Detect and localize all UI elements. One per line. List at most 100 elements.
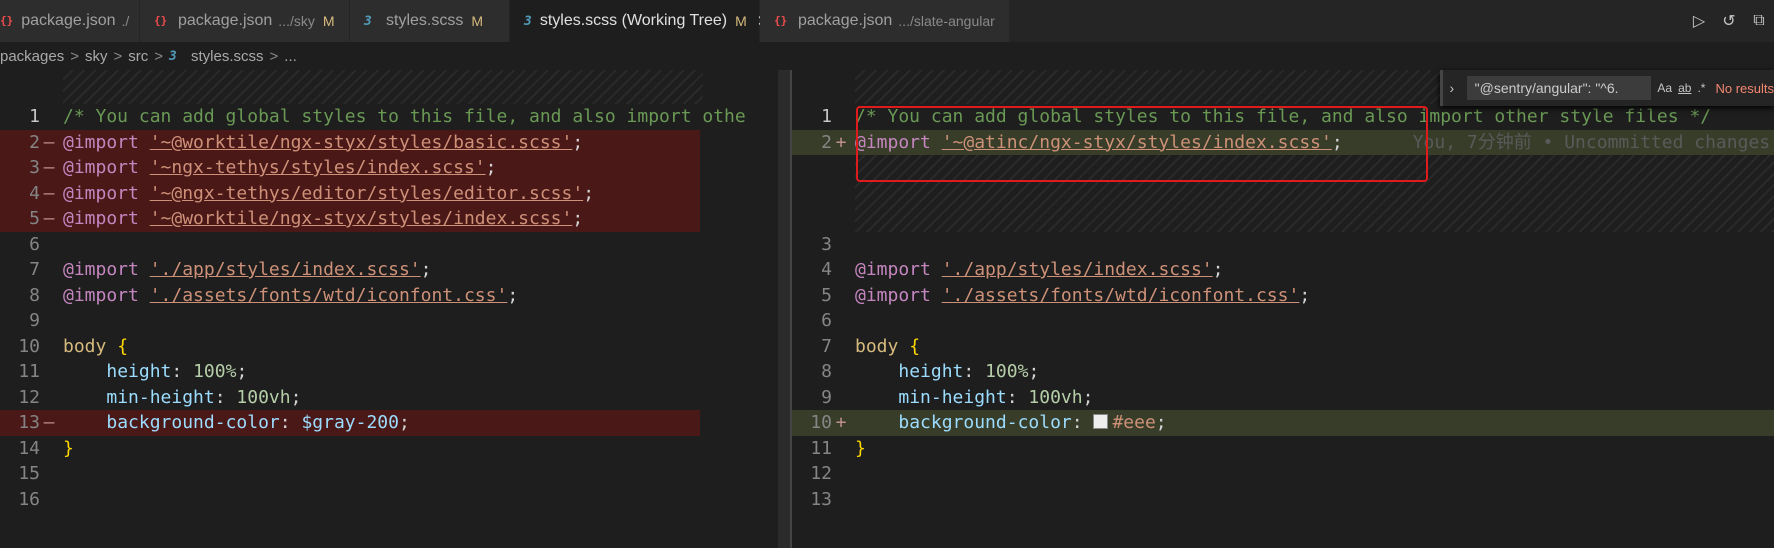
- toggle-replace-icon[interactable]: ›: [1440, 70, 1461, 106]
- breadcrumb-item[interactable]: styles.scss: [191, 48, 264, 65]
- breadcrumb-separator-icon: >: [70, 47, 79, 65]
- line-content: @import './app/styles/index.scss';: [855, 257, 1223, 283]
- line-number: 1: [29, 106, 40, 127]
- right-code-line[interactable]: 7 body {: [792, 334, 1774, 360]
- run-icon[interactable]: ▷: [1690, 11, 1708, 31]
- line-number: 15: [18, 463, 40, 484]
- left-code-line[interactable]: 2— @import '~@worktile/ngx-styx/styles/ba…: [0, 129, 700, 156]
- line-content: height: 100%;: [855, 359, 1039, 385]
- diff-spacer: [63, 70, 703, 104]
- code-token: @import: [63, 182, 150, 204]
- match-case-icon[interactable]: Aa: [1657, 81, 1672, 95]
- right-code-line[interactable]: 9 min-height: 100vh;: [792, 385, 1774, 411]
- code-token: background-color: [898, 412, 1072, 433]
- modified-badge: M: [471, 13, 484, 29]
- left-code-line[interactable]: 12 min-height: 100vh;: [0, 385, 700, 411]
- line-content: background-color: $gray-200;: [63, 410, 409, 436]
- left-code-line[interactable]: 14}: [0, 436, 700, 462]
- right-code-line[interactable]: 12: [792, 461, 1774, 487]
- code-token: @import: [63, 259, 150, 280]
- breadcrumb-separator-icon: >: [113, 47, 123, 65]
- left-code-line[interactable]: 16: [0, 487, 700, 513]
- left-code-line[interactable]: 15: [0, 461, 700, 487]
- history-icon[interactable]: ↺: [1720, 11, 1738, 31]
- tab-5[interactable]: {} package.json .../slate-angular: [760, 0, 1010, 42]
- right-code-line[interactable]: 13: [792, 487, 1774, 513]
- find-input[interactable]: "@sentry/angular": "^6.: [1466, 76, 1652, 100]
- breadcrumb-item[interactable]: sky: [85, 48, 108, 65]
- left-code-line[interactable]: 5— @import '~@worktile/ngx-styx/styles/in…: [0, 206, 700, 232]
- code-token: ;: [290, 386, 302, 408]
- tab-label: styles.scss: [386, 12, 464, 29]
- line-content: @import './assets/fonts/wtd/iconfont.css…: [855, 283, 1310, 309]
- tab-3[interactable]: 3 styles.scss M: [350, 0, 510, 42]
- left-code-line[interactable]: 3— @import '~ngx-tethys/styles/index.scss…: [0, 155, 700, 181]
- left-code-line[interactable]: 10 body {: [0, 334, 700, 360]
- editor-tab-bar: {} package.json ./{} package.json .../sky M 3 s…: [0, 0, 1774, 42]
- code-token: body: [63, 335, 118, 357]
- tab-description: ./: [121, 13, 130, 29]
- code-token: 100%: [985, 361, 1029, 382]
- line-content: @import './app/styles/index.scss';: [63, 257, 431, 283]
- left-code-line[interactable]: 1 /* You can add global styles to this fi…: [0, 104, 746, 130]
- code-token: ;: [507, 284, 519, 306]
- line-number: 11: [810, 437, 832, 459]
- code-token: $gray-200: [301, 412, 399, 433]
- color-swatch[interactable]: [1093, 414, 1109, 429]
- right-code-line[interactable]: 3: [792, 232, 1774, 258]
- breadcrumb-item[interactable]: ...: [284, 48, 297, 65]
- find-widget: › "@sentry/angular": "^6. Aa ab .* No re…: [1440, 70, 1774, 106]
- right-code-line[interactable]: 6: [792, 308, 1774, 334]
- code-token: @import: [63, 284, 150, 306]
- breadcrumb-item[interactable]: packages: [0, 48, 64, 65]
- line-number: 10: [810, 412, 832, 433]
- code-token: './assets/fonts/wtd/iconfont.css': [941, 284, 1300, 306]
- removed-line-icon: —: [43, 208, 55, 229]
- line-number: 6: [821, 310, 832, 331]
- right-code-line[interactable]: 8 height: 100%;: [792, 359, 1774, 385]
- breadcrumb-item[interactable]: src: [128, 48, 148, 65]
- line-content: min-height: 100vh;: [855, 385, 1093, 411]
- code-token: ;: [583, 182, 595, 204]
- match-whole-word-icon[interactable]: ab: [1678, 81, 1691, 95]
- code-token: height: [106, 361, 172, 382]
- left-code-line[interactable]: 8 @import './assets/fonts/wtd/iconfont.cs…: [0, 283, 700, 309]
- code-token: }: [855, 437, 866, 459]
- line-content: @import '~@worktile/ngx-styx/styles/basi…: [63, 130, 583, 156]
- tab-label: package.json: [798, 12, 893, 29]
- right-code-line[interactable]: 10 + background-color: #eee;: [792, 410, 1774, 436]
- css-icon: 3: [524, 13, 532, 29]
- code-token: height: [898, 361, 964, 382]
- diff-editor-original[interactable]: 1 /* You can add global styles to this fi…: [0, 70, 790, 548]
- left-code-line[interactable]: 11 height: 100%;: [0, 359, 700, 385]
- tab-1[interactable]: {} package.json ./: [0, 0, 140, 42]
- line-number: 6: [29, 233, 40, 255]
- code-token: background-color: [106, 412, 280, 433]
- right-code-line[interactable]: 11}: [792, 436, 1774, 462]
- left-code-line[interactable]: 9: [0, 308, 700, 334]
- left-code-line[interactable]: 4— @import '~@ngx-tethys/editor/styles/ed…: [0, 180, 700, 206]
- code-token: :: [1006, 386, 1029, 408]
- left-code-line[interactable]: 7 @import './app/styles/index.scss';: [0, 257, 700, 283]
- tab-label: styles.scss (Working Tree): [539, 12, 728, 29]
- left-code-line[interactable]: 6: [0, 232, 700, 258]
- regex-icon[interactable]: .*: [1697, 81, 1705, 95]
- tab-label: package.json: [178, 12, 273, 29]
- code-token: '~@worktile/ngx-styx/styles/index.scss': [149, 208, 573, 229]
- split-icon[interactable]: ⧉: [1750, 12, 1768, 30]
- code-token: 100%: [193, 361, 237, 382]
- removed-line-icon: —: [43, 131, 55, 153]
- tab-4[interactable]: 3styles.scss (Working Tree)M✕: [510, 0, 769, 42]
- line-content: }: [855, 436, 866, 462]
- line-number: 16: [18, 488, 40, 510]
- tab-2[interactable]: {} package.json .../sky M: [140, 0, 350, 42]
- line-number: 11: [18, 361, 40, 382]
- find-result-status: No results: [1715, 80, 1774, 96]
- right-code-line[interactable]: 4 @import './app/styles/index.scss';: [792, 257, 1774, 283]
- right-code-line[interactable]: 5 @import './assets/fonts/wtd/iconfont.cs…: [792, 283, 1774, 309]
- line-number: 3: [821, 233, 832, 255]
- left-code-line[interactable]: 13— background-color: $gray-200;: [0, 410, 700, 436]
